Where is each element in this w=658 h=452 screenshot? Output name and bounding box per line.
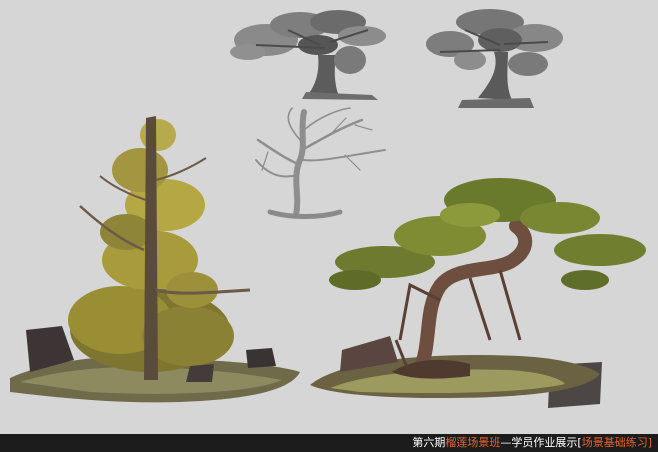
footer-prefix: 第六期 bbox=[412, 436, 446, 449]
footer-middle: —学员作业展示[ bbox=[500, 436, 582, 449]
footer-caption-bar: 第六期榴莲场景班—学员作业展示[场景基础练习] bbox=[0, 434, 658, 452]
artwork-canvas bbox=[0, 0, 658, 434]
footer-class-name: 榴莲场景班 bbox=[445, 436, 501, 449]
footer-course-topic: 场景基础练习] bbox=[581, 436, 652, 449]
